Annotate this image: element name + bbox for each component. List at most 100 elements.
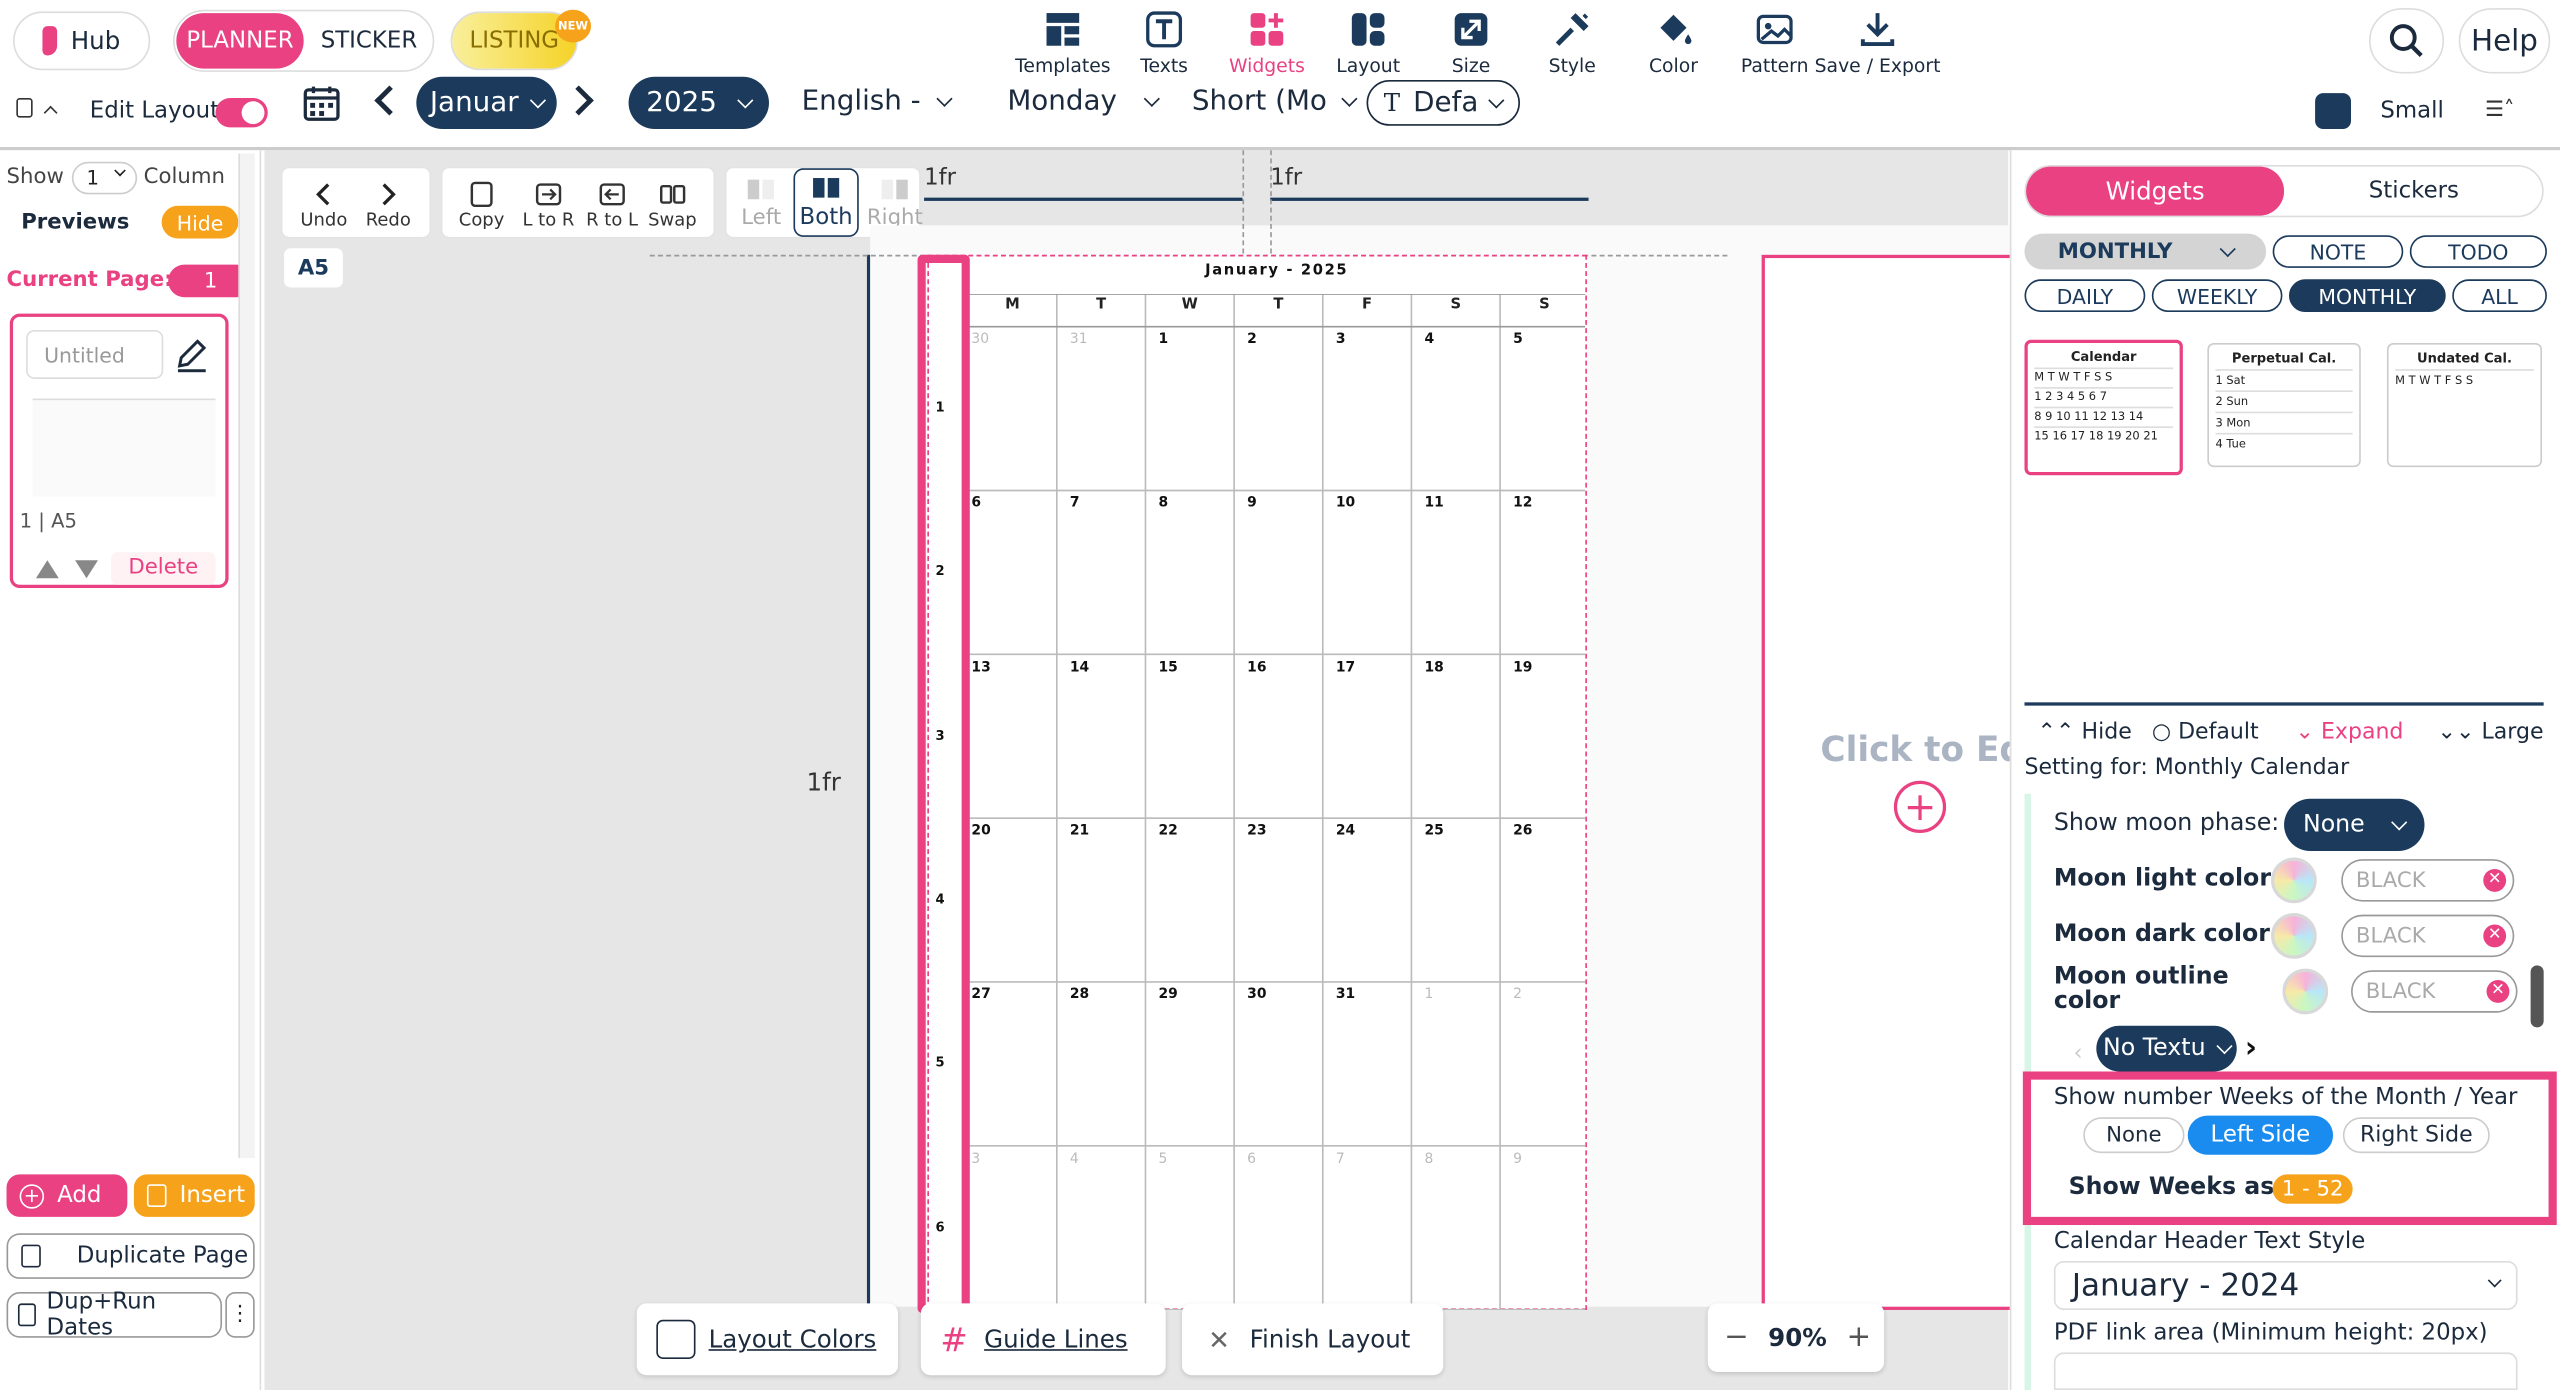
color-button[interactable]: Color — [1616, 8, 1730, 77]
right-page-button[interactable]: Right — [867, 176, 923, 230]
texture-prev-icon[interactable]: ‹ — [2073, 1040, 2082, 1066]
weeks-option-left-side[interactable]: Left Side — [2187, 1115, 2334, 1155]
moon-dark-color-input[interactable]: BLACK ✕ — [2341, 914, 2515, 958]
more-options-button[interactable]: ⋮ — [225, 1291, 255, 1338]
help-button[interactable]: Help — [2458, 8, 2551, 74]
planner-tab[interactable]: PLANNER — [176, 13, 304, 69]
dup-run-dates-button[interactable]: Dup+Run Dates — [6, 1289, 223, 1341]
click-to-edit-label[interactable]: Click to Edi — [1820, 730, 2035, 769]
week-start-select[interactable]: Monday — [1007, 85, 1161, 118]
page-title-input[interactable]: Untitled — [26, 329, 164, 379]
moon-phase-select[interactable]: None — [2284, 798, 2425, 851]
edit-layout-toggle[interactable] — [215, 98, 268, 128]
layout-colors-button[interactable]: Layout Colors — [636, 1303, 898, 1376]
delete-page-button[interactable]: Delete — [111, 552, 216, 585]
widget-card-calendar[interactable]: Calendar M T W T F S S1 2 3 4 5 6 78 9 1… — [2024, 339, 2183, 476]
search-button[interactable] — [2368, 8, 2445, 74]
move-up-icon[interactable] — [35, 560, 59, 579]
show-weeks-as-value[interactable]: 1 - 52 — [2272, 1174, 2353, 1204]
edit-pencil-icon[interactable] — [173, 336, 209, 373]
texts-button[interactable]: Texts — [1107, 8, 1221, 77]
grid-icon: # — [940, 1319, 968, 1359]
copy-button[interactable]: Copy — [459, 180, 504, 230]
style-button[interactable]: Style — [1515, 8, 1629, 77]
finish-layout-button[interactable]: ✕ Finish Layout — [1182, 1303, 1444, 1376]
zoom-out-button[interactable]: − — [1724, 1320, 1749, 1354]
moon-outline-color-swatch[interactable] — [2282, 968, 2329, 1015]
moon-dark-color-swatch[interactable] — [2271, 913, 2317, 959]
zoom-in-button[interactable]: + — [1847, 1320, 1872, 1354]
left-page-button[interactable]: Left — [741, 176, 781, 230]
show-weeks-as-label: Show Weeks as — [2068, 1174, 2275, 1201]
clear-icon[interactable]: ✕ — [2483, 924, 2507, 948]
font-select[interactable]: T Defa — [1366, 80, 1520, 126]
size-option-expand[interactable]: ⌄ Expand — [2296, 719, 2404, 745]
language-select[interactable]: English - E — [802, 85, 953, 118]
move-down-icon[interactable] — [75, 560, 98, 579]
hide-previews-button[interactable]: Hide — [161, 205, 239, 239]
collapse-toggle[interactable] — [16, 98, 58, 123]
month-select[interactable]: Januar — [416, 76, 557, 130]
left-panel-scrollbar[interactable] — [238, 153, 255, 1159]
right-page[interactable] — [1761, 254, 2023, 1310]
texture-next-icon[interactable]: › — [2245, 1031, 2257, 1065]
moon-light-color-input[interactable]: BLACK ✕ — [2341, 859, 2515, 902]
moon-outline-color-input[interactable]: BLACK ✕ — [2351, 970, 2518, 1013]
tab-widgets[interactable]: Widgets — [2026, 166, 2285, 216]
year-select[interactable]: 2025 — [628, 76, 769, 130]
hub-button[interactable]: Hub — [13, 11, 151, 71]
clear-icon[interactable]: ✕ — [2486, 980, 2510, 1003]
size-option-large[interactable]: ⌄⌄ Large — [2438, 719, 2544, 745]
swap-button[interactable]: Swap — [648, 180, 697, 230]
calendar-day: 17 — [1335, 659, 1356, 676]
sticker-tab[interactable]: STICKER — [310, 13, 428, 69]
guide-lines-button[interactable]: # Guide Lines — [920, 1303, 1166, 1376]
layout-button[interactable]: Layout — [1311, 8, 1425, 77]
chip-todo[interactable]: TODO — [2409, 235, 2547, 268]
l-to-r-button[interactable]: L to R — [522, 180, 574, 230]
chip-monthly[interactable]: MONTHLY — [2288, 279, 2446, 312]
column-count-select[interactable]: 1 — [71, 161, 138, 195]
chevron-down-icon — [2487, 1273, 2502, 1288]
add-widget-button[interactable]: + — [1893, 780, 1947, 834]
chip-all[interactable]: ALL — [2452, 279, 2547, 312]
moon-light-color-swatch[interactable] — [2271, 857, 2317, 904]
calendar-icon[interactable] — [302, 83, 341, 122]
day-format-select[interactable]: Short (Mo — [1192, 85, 1358, 118]
templates-button[interactable]: Templates — [1006, 8, 1120, 77]
settings-sliders-icon[interactable]: ☰˄ — [2485, 98, 2531, 124]
page-thumbnail-card[interactable]: Untitled 1 | A5 Delete — [9, 313, 229, 589]
widget-card-undated[interactable]: Undated Cal. M T W T F S S — [2386, 343, 2543, 468]
tab-stickers[interactable]: Stickers — [2286, 167, 2542, 216]
duplicate-page-button[interactable]: Duplicate Page — [6, 1233, 255, 1279]
pdf-link-select[interactable] — [2053, 1352, 2518, 1390]
add-page-button[interactable]: + Add — [6, 1174, 128, 1217]
size-option-hide[interactable]: ⌃⌃ Hide — [2038, 719, 2132, 745]
size-button[interactable]: Size — [1414, 8, 1528, 77]
weeks-option-right-side[interactable]: Right Side — [2342, 1117, 2490, 1154]
swap-size-icon[interactable] — [2315, 93, 2352, 130]
clear-icon[interactable]: ✕ — [2483, 868, 2507, 892]
settings-scrollbar-thumb[interactable] — [2530, 965, 2544, 1028]
weeks-option-none[interactable]: None — [2083, 1117, 2185, 1154]
next-month-icon[interactable] — [563, 85, 594, 116]
widget-card-perpetual[interactable]: Perpetual Cal. 1 Sat 2 Sun 3 Mon 4 Tue — [2207, 343, 2361, 468]
save-export-button[interactable]: Save / Export — [1812, 8, 1943, 77]
size-option-default[interactable]: ○ Default — [2152, 719, 2259, 745]
insert-page-button[interactable]: Insert — [133, 1174, 255, 1217]
chip-note[interactable]: NOTE — [2272, 235, 2404, 268]
texture-select[interactable]: No Textu — [2096, 1025, 2237, 1072]
header-style-select[interactable]: January - 2024 — [2053, 1260, 2518, 1310]
chip-daily[interactable]: DAILY — [2024, 279, 2146, 312]
page-size-badge[interactable]: A5 — [284, 248, 343, 288]
r-to-l-button[interactable]: R to L — [586, 180, 638, 230]
widgets-button[interactable]: Widgets — [1210, 8, 1324, 77]
undo-button[interactable]: Undo — [300, 180, 347, 230]
calendar-day: 12 — [1513, 495, 1533, 512]
calendar-day: 26 — [1513, 823, 1533, 840]
widget-category-select[interactable]: MONTHLY — [2024, 233, 2267, 270]
redo-button[interactable]: Redo — [366, 180, 411, 230]
both-pages-button[interactable]: Both — [793, 168, 859, 237]
prev-month-icon[interactable] — [374, 85, 405, 116]
chip-weekly[interactable]: WEEKLY — [2151, 279, 2283, 312]
